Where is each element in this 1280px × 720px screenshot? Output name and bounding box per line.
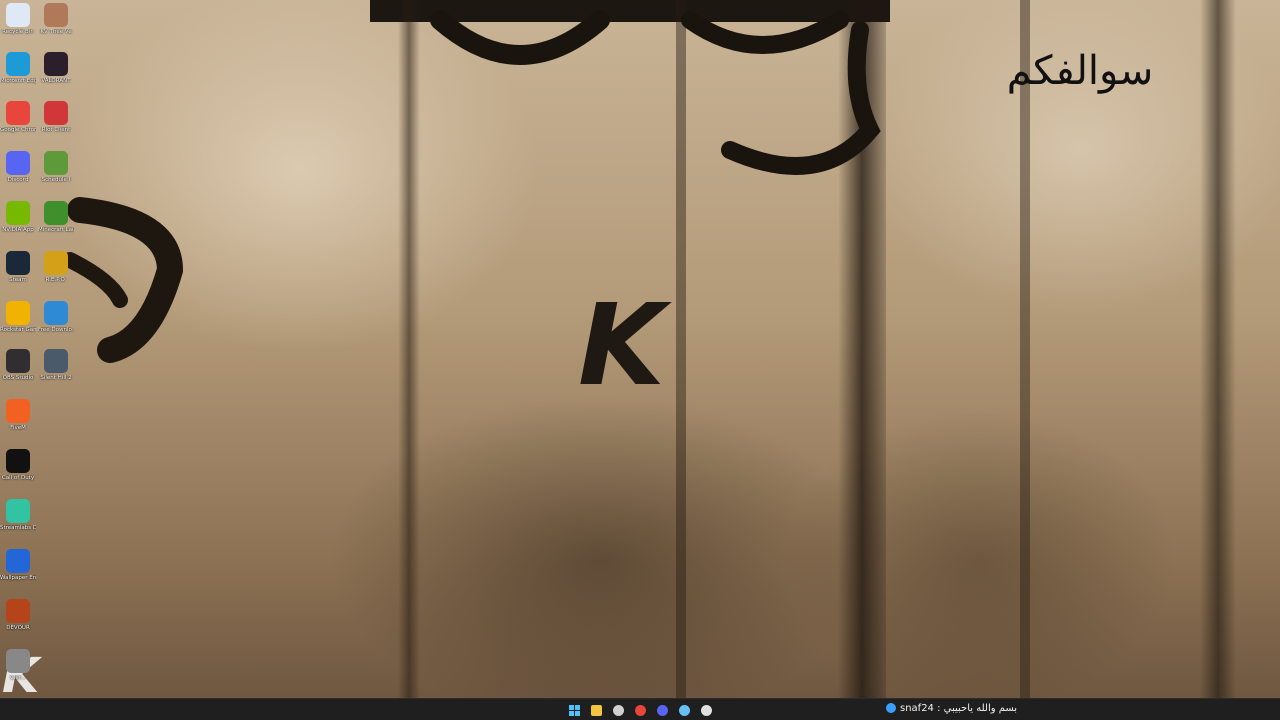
desktop-icon-label: Streamlabs Desktop — [0, 525, 36, 531]
clarity-icon — [6, 649, 30, 673]
desktop-icon-label: Rockstar Games — [0, 327, 36, 333]
streamlabs-icon — [6, 499, 30, 523]
desktop-icon[interactable]: Recycle Bin — [0, 3, 36, 36]
desktop-icon[interactable]: R.E.P.O. — [38, 251, 74, 284]
wallpaper-engine-icon — [6, 549, 30, 573]
desktop-icon[interactable]: Google Chrome — [0, 101, 36, 134]
obs-icon — [700, 704, 712, 716]
desktop-icon-label: KV Thee Ve — [40, 29, 72, 35]
desktop-icon-label: Free Downlo... — [38, 327, 74, 333]
desktop-icon-label: NVIDIA App — [2, 227, 34, 233]
tray-status-icon[interactable] — [886, 703, 896, 713]
taskbar-button-start[interactable] — [566, 702, 582, 718]
desktop-icon[interactable]: Minecraft Launcher — [38, 201, 74, 234]
desktop-icon[interactable]: Silent Hill 2 — [38, 349, 74, 382]
desktop-icon-label: R.E.P.O. — [45, 277, 67, 283]
taskbar-button-chrome[interactable] — [632, 702, 648, 718]
taskbar: بسم والله ياحبيبي : snaf24 — [0, 698, 1280, 720]
minecraft-icon — [44, 201, 68, 225]
taskbar-button-discord[interactable] — [654, 702, 670, 718]
desktop-icon[interactable]: NVIDIA App — [0, 201, 36, 234]
desktop-icon-label: Steam — [9, 277, 27, 283]
taskbar-button-obs[interactable] — [698, 702, 714, 718]
free-download-icon — [44, 301, 68, 325]
desktop-icon-label: Silent Hill 2 — [40, 375, 72, 381]
desktop-icon[interactable]: Clar... — [0, 649, 36, 682]
desktop-icon-label: Wallpaper Engine — [0, 575, 36, 581]
desktop-icon[interactable]: Discord — [0, 151, 36, 184]
arabic-calligraphy-text: سوالفكم — [1006, 48, 1154, 94]
desktop-icon[interactable]: Call of Duty — [0, 449, 36, 482]
chrome-icon — [6, 101, 30, 125]
taskbar-button-steam[interactable] — [676, 702, 692, 718]
desktop-icon[interactable]: OBS Studio — [0, 349, 36, 382]
repo-icon — [44, 251, 68, 275]
discord-icon — [656, 704, 668, 716]
valorant-icon — [44, 52, 68, 76]
desktop-icon-label: DEVOUR — [6, 625, 30, 631]
user-avatar-icon — [44, 3, 68, 27]
devour-icon — [6, 599, 30, 623]
desktop-icon-label: Microsoft Edge — [0, 78, 36, 84]
desktop-icon-label: Call of Duty — [1, 475, 35, 481]
desktop-icon[interactable]: Rockstar Games — [0, 301, 36, 334]
edge-icon — [6, 52, 30, 76]
obs-icon — [6, 349, 30, 373]
windows-start-icon — [568, 704, 580, 716]
desktop-icon[interactable]: Wallpaper Engine — [0, 549, 36, 582]
riot-client-icon — [44, 101, 68, 125]
silent-hill-icon — [44, 349, 68, 373]
taskbar-button-file-explorer[interactable] — [588, 702, 604, 718]
desktop-icon-label: Google Chrome — [0, 127, 36, 133]
nvidia-icon — [6, 201, 30, 225]
desktop-icon[interactable]: Microsoft Edge — [0, 52, 36, 85]
k-logo: K — [578, 281, 665, 411]
taskbar-button-settings[interactable] — [610, 702, 626, 718]
recycle-bin-icon — [6, 3, 30, 27]
steam-icon — [678, 704, 690, 716]
desktop-icon-label: Riot Client — [41, 127, 71, 133]
schedule-i-icon — [44, 151, 68, 175]
desktop-icon[interactable]: Steam — [0, 251, 36, 284]
fivem-icon — [6, 399, 30, 423]
desktop-icon[interactable]: DEVOUR — [0, 599, 36, 632]
desktop-icon[interactable]: Streamlabs Desktop — [0, 499, 36, 532]
desktop-icon-label: VALORANT — [41, 78, 71, 84]
desktop-icon-label: FiveM — [10, 425, 26, 431]
desktop-icon[interactable]: Riot Client — [38, 101, 74, 134]
chrome-icon — [634, 704, 646, 716]
rockstar-icon — [6, 301, 30, 325]
desktop-icon-label: Schedule I — [41, 177, 71, 183]
desktop-icon-label: Minecraft Launcher — [38, 227, 74, 233]
desktop-icon[interactable]: Free Downlo... — [38, 301, 74, 334]
tray-status-text: بسم والله ياحبيبي : snaf24 — [900, 703, 1018, 714]
call-of-duty-icon — [6, 449, 30, 473]
desktop-icon-label: Discord — [7, 177, 29, 183]
desktop-icon-label: Clar... — [10, 675, 26, 681]
gear-icon — [612, 704, 624, 716]
steam-icon — [6, 251, 30, 275]
desktop-icon[interactable]: FiveM — [0, 399, 36, 432]
desktop-wallpaper: K سوالفكم K — [0, 0, 1280, 698]
folder-icon — [590, 704, 602, 716]
desktop-icon[interactable]: Schedule I — [38, 151, 74, 184]
desktop-icon-label: Recycle Bin — [2, 29, 34, 35]
desktop-icon[interactable]: KV Thee Ve — [38, 3, 74, 36]
discord-icon — [6, 151, 30, 175]
desktop-icon-label: OBS Studio — [2, 375, 34, 381]
desktop-icon[interactable]: VALORANT — [38, 52, 74, 85]
